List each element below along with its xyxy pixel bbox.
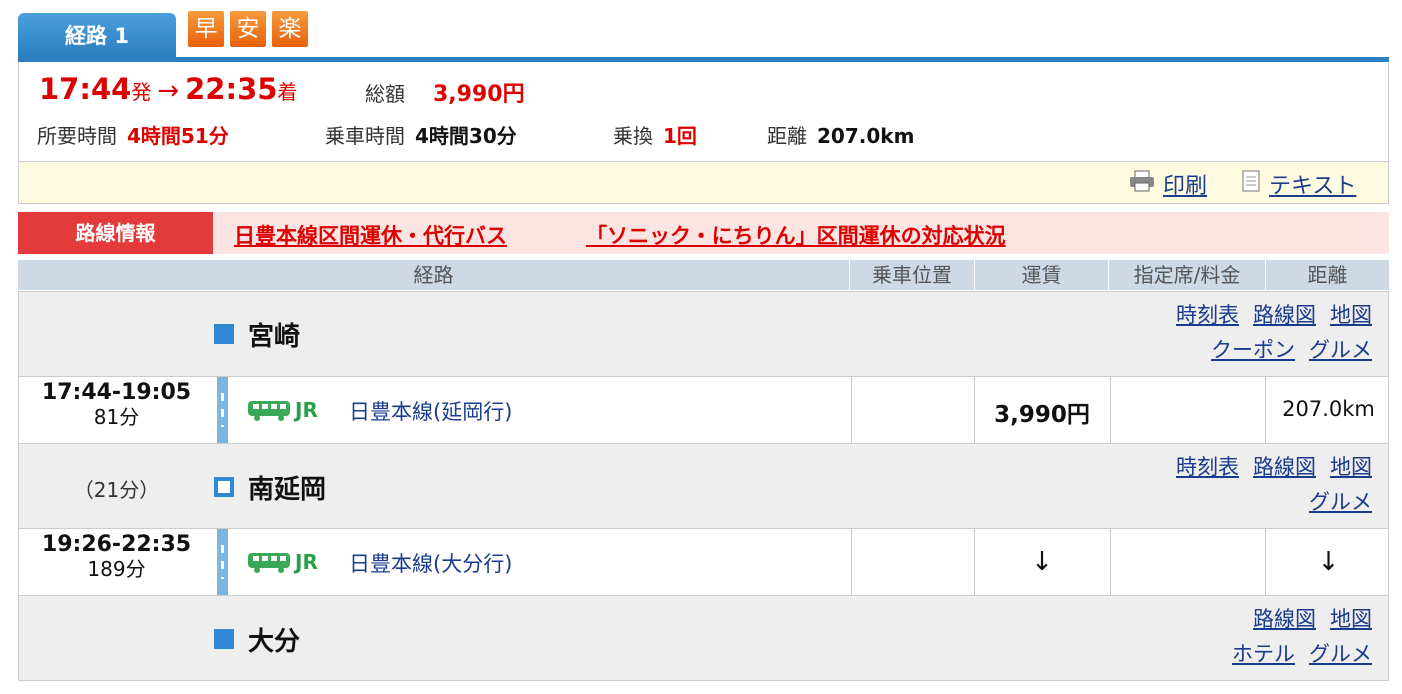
route-summary: 17:44発 → 22:35着 総額 3,990円 所要時間 4時間51分 乗車時間 4… (18, 62, 1389, 162)
line-name-link[interactable]: 日豊本線(延岡行) (349, 396, 512, 426)
arrive-suffix: 着 (277, 80, 298, 104)
route-map-link[interactable]: 路線図 (1253, 303, 1316, 327)
company-label: JR (295, 550, 318, 574)
th-position: 乗車位置 (850, 260, 975, 290)
station-row-miyazaki: 宮崎 時刻表 路線図 地図 クーポン グルメ (18, 291, 1389, 377)
train-icon (247, 398, 291, 426)
fare-label: 総額 (365, 82, 405, 106)
ride-time-value: 4時間30分 (415, 124, 517, 148)
station-name: 宮崎 (248, 322, 301, 352)
distance-label: 距離 (767, 124, 807, 148)
divider (1265, 377, 1266, 443)
segment-row: 19:26-22:35 189分 JR 日豊本線(大分行) ↓ ↓ (18, 529, 1389, 595)
station-links: 時刻表 路線図 地図 グルメ (1162, 450, 1372, 520)
table-header: 経路 乗車位置 運賃 指定席/料金 距離 (18, 260, 1389, 290)
station-name: 南延岡 (248, 475, 327, 505)
segment-row: 17:44-19:05 81分 JR 日豊本線(延岡行) 3,990円 207.… (18, 377, 1389, 443)
th-fare: 運賃 (975, 260, 1109, 290)
hotel-link[interactable]: ホテル (1232, 642, 1295, 666)
gourmet-link[interactable]: グルメ (1309, 490, 1372, 514)
total-time: 所要時間 4時間51分 (37, 120, 229, 149)
time-range: 17:44発 → 22:35着 (39, 72, 297, 106)
th-distance: 距離 (1307, 263, 1348, 287)
transfer-count: 乗換 1回 (613, 120, 697, 149)
text-label[interactable]: テキスト (1269, 168, 1356, 200)
timetable-link[interactable]: 時刻表 (1176, 303, 1239, 327)
divider (1110, 529, 1111, 595)
fare-total: 3,990円 (433, 82, 525, 107)
rail-line (217, 377, 228, 443)
gourmet-link[interactable]: グルメ (1309, 642, 1372, 666)
ride-time-label: 乗車時間 (325, 124, 405, 148)
train-icon (247, 550, 291, 578)
segment-duration: 81分 (93, 405, 140, 429)
station-name: 大分 (248, 627, 301, 657)
text-link[interactable]: テキスト (1241, 168, 1356, 200)
divider (1265, 529, 1266, 595)
station-row-minaminobeoka: （21分） 南延岡 時刻表 路線図 地図 グルメ (18, 443, 1389, 529)
transfer-label: 乗換 (613, 124, 653, 148)
total-time-value: 4時間51分 (127, 124, 229, 148)
document-icon (1241, 170, 1261, 198)
badge-cheapest: 安 (230, 11, 266, 47)
route-map-link[interactable]: 路線図 (1253, 455, 1316, 479)
station-marker (214, 477, 234, 497)
tools-bar: 印刷 テキスト (18, 162, 1389, 204)
station-links: 時刻表 路線図 地図 クーポン グルメ (1162, 298, 1372, 368)
th-route: 経路 (18, 260, 850, 290)
arrive-time: 22:35 (185, 72, 278, 106)
depart-time: 17:44 (39, 72, 132, 106)
station-links: 路線図 地図 ホテル グルメ (1218, 602, 1372, 672)
printer-icon (1129, 170, 1155, 198)
segment-time: 19:26-22:35 189分 (19, 532, 214, 582)
segment-duration: 189分 (87, 557, 146, 581)
route-badges: 早 安 楽 (188, 11, 308, 47)
line-name-link[interactable]: 日豊本線(大分行) (349, 548, 512, 578)
print-label[interactable]: 印刷 (1163, 168, 1207, 200)
segment-time-range: 17:44-19:05 (41, 380, 192, 405)
segment-distance: 207.0km (1282, 397, 1375, 421)
route-map-link[interactable]: 路線図 (1253, 607, 1316, 631)
segment-fare: 3,990円 (994, 402, 1090, 428)
segment-time: 17:44-19:05 81分 (19, 380, 214, 430)
print-link[interactable]: 印刷 (1129, 168, 1207, 200)
badge-easiest: 楽 (272, 11, 308, 47)
map-link[interactable]: 地図 (1330, 455, 1372, 479)
map-link[interactable]: 地図 (1330, 607, 1372, 631)
divider (851, 529, 852, 595)
line-info-bar: 路線情報 日豊本線区間運休・代行バス 「ソニック・にちりん」区間運休の対応状況 (18, 212, 1389, 254)
timetable-link[interactable]: 時刻表 (1176, 455, 1239, 479)
arrow-icon: → (157, 76, 180, 106)
rail-line (217, 529, 228, 595)
distance-continue-arrow: ↓ (1317, 547, 1340, 577)
distance: 距離 207.0km (767, 120, 914, 149)
segment-time-range: 19:26-22:35 (41, 532, 192, 557)
depart-suffix: 発 (131, 80, 152, 104)
station-marker (214, 324, 234, 344)
ride-time: 乗車時間 4時間30分 (325, 120, 517, 149)
transfer-value: 1回 (663, 124, 697, 148)
station-row-oita: 大分 路線図 地図 ホテル グルメ (18, 595, 1389, 681)
distance-value: 207.0km (817, 124, 915, 148)
line-info-link-sonic[interactable]: 「ソニック・にちりん」区間運休の対応状況 (586, 220, 1006, 250)
coupon-link[interactable]: クーポン (1211, 338, 1295, 362)
line-info-link-suspension[interactable]: 日豊本線区間運休・代行バス (234, 220, 507, 250)
divider (1110, 377, 1111, 443)
gourmet-link[interactable]: グルメ (1309, 338, 1372, 362)
transfer-wait: （21分） (73, 478, 160, 502)
badge-fastest: 早 (188, 11, 224, 47)
company-label: JR (295, 398, 318, 422)
divider (851, 377, 852, 443)
fare-continue-arrow: ↓ (1031, 547, 1053, 577)
total-time-label: 所要時間 (37, 124, 117, 148)
station-marker (214, 629, 234, 649)
map-link[interactable]: 地図 (1330, 303, 1372, 327)
th-reserved: 指定席/料金 (1109, 260, 1266, 290)
tab-route-1[interactable]: 経路 1 (18, 13, 176, 58)
line-info-label: 路線情報 (18, 212, 213, 254)
